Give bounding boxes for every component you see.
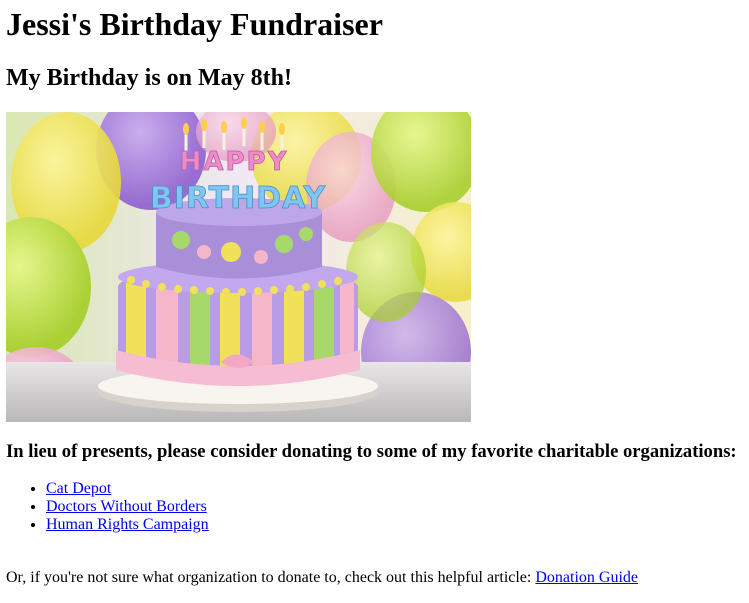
birthday-date-heading: My Birthday is on May 8th!: [6, 65, 293, 91]
donation-guide-link[interactable]: Donation Guide: [535, 569, 638, 586]
donation-guide-note: Or, if you're not sure what organization…: [6, 568, 638, 588]
cake-happy-text: HAPPY: [180, 147, 289, 177]
charity-list-item: Cat Depot: [46, 480, 209, 498]
donation-intro-heading: In lieu of presents, please consider don…: [6, 441, 737, 462]
charity-list-item: Doctors Without Borders: [46, 498, 209, 516]
donation-guide-text: Or, if you're not sure what organization…: [6, 569, 536, 586]
page-title: Jessi's Birthday Fundraiser: [6, 6, 383, 42]
cake-birthday-text: BIRTHDAY: [150, 181, 327, 216]
doctors-without-borders-link[interactable]: Doctors Without Borders: [46, 498, 207, 515]
charity-list: Cat Depot Doctors Without Borders Human …: [6, 480, 209, 534]
human-rights-campaign-link[interactable]: Human Rights Campaign: [46, 516, 209, 533]
charity-list-item: Human Rights Campaign: [46, 516, 209, 534]
cat-depot-link[interactable]: Cat Depot: [46, 480, 111, 497]
birthday-cake-image: HAPPY BIRTHDAY: [6, 112, 471, 422]
